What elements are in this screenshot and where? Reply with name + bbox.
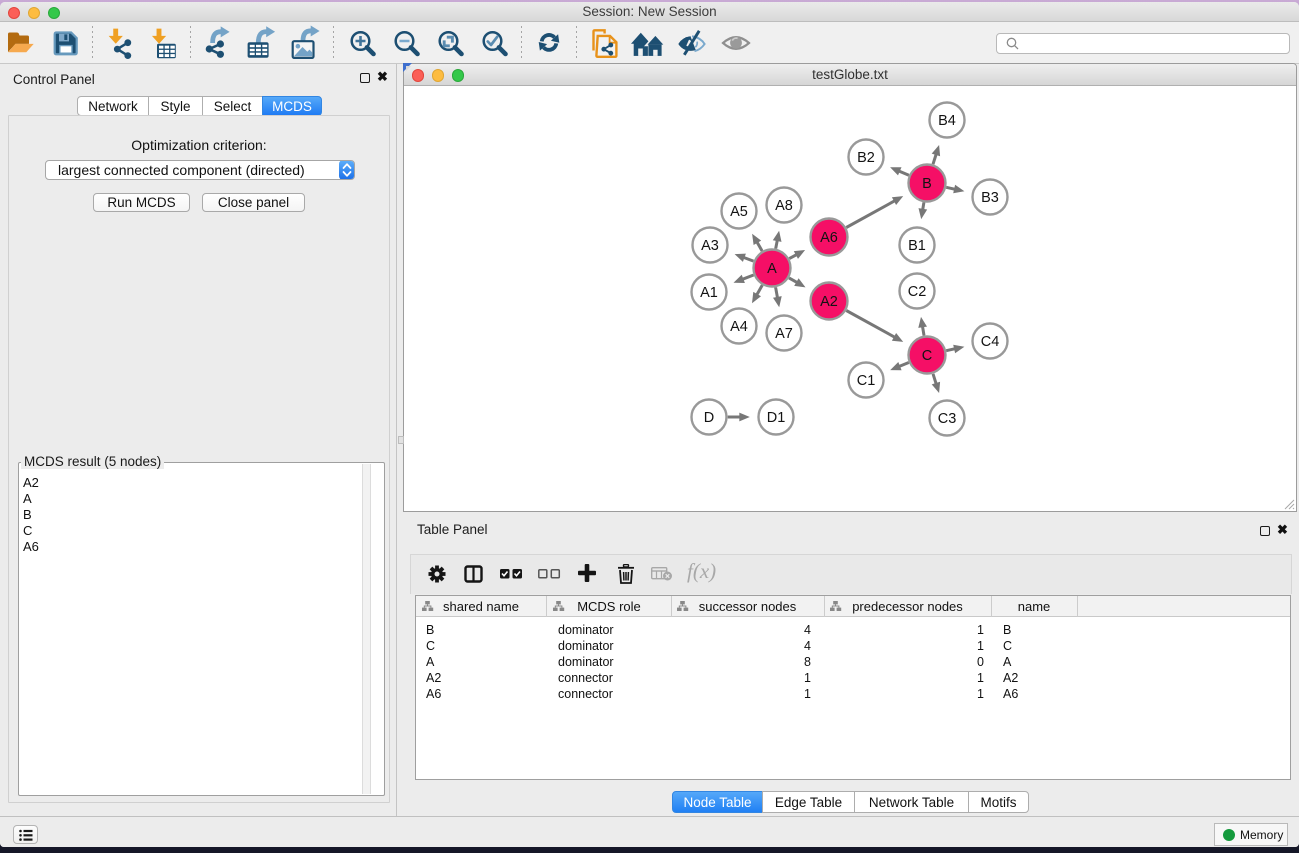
svg-text:A8: A8 [775,198,793,214]
svg-text:A1: A1 [700,285,718,301]
svg-text:A5: A5 [730,204,748,220]
svg-text:B4: B4 [938,113,956,129]
svg-text:D1: D1 [767,410,786,426]
svg-text:C: C [922,348,932,364]
svg-text:B: B [922,176,932,192]
svg-text:C4: C4 [981,334,1000,350]
svg-text:B1: B1 [908,238,926,254]
svg-text:A2: A2 [820,294,838,310]
svg-text:A3: A3 [701,238,719,254]
svg-text:C3: C3 [938,411,957,427]
svg-text:C2: C2 [908,284,927,300]
svg-text:A6: A6 [820,230,838,246]
svg-text:B3: B3 [981,190,999,206]
svg-text:A7: A7 [775,326,793,342]
svg-text:C1: C1 [857,373,876,389]
svg-text:A: A [767,261,777,277]
svg-text:B2: B2 [857,150,875,166]
svg-text:A4: A4 [730,319,748,335]
svg-text:D: D [704,410,714,426]
